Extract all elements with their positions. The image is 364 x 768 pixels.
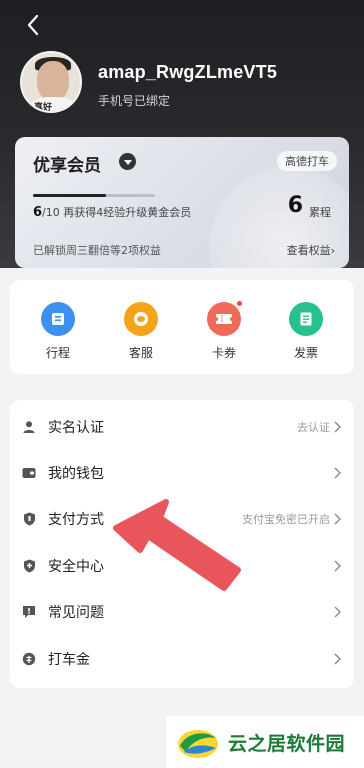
- menu-item-hint: 去认证: [297, 421, 330, 434]
- vip-progress-fill: [33, 194, 107, 197]
- menu-item-label: 打车金: [48, 652, 90, 668]
- menu-item-label: 安全中心: [48, 559, 104, 575]
- progress-total: /10: [42, 206, 60, 219]
- quick-action-label: 卡券: [211, 346, 236, 360]
- coin-icon: [22, 652, 36, 666]
- chevron-right-icon: [332, 467, 342, 479]
- menu-item-real-name[interactable]: 实名认证 去认证: [10, 404, 354, 450]
- menu-item-hint: 支付宝免密已开启: [242, 513, 330, 526]
- profile-header: 真好 amap_RwgZLmeVT5 手机号已绑定 优享会员 高德打车 6/10…: [0, 0, 364, 268]
- quick-action-customer-service[interactable]: 客服: [111, 302, 171, 361]
- coupon-icon: [207, 300, 243, 336]
- vip-title: 优享会员: [33, 156, 101, 176]
- quick-action-label: 发票: [293, 346, 318, 360]
- quick-actions-panel: 行程 客服 卡券 发票: [10, 280, 354, 374]
- invoice-icon: [289, 302, 323, 336]
- progress-current: 6: [33, 205, 43, 220]
- trips-count: 6: [287, 193, 303, 218]
- avatar[interactable]: 真好: [20, 51, 82, 113]
- vip-card[interactable]: 优享会员 高德打车 6/10 再获得4经验升级黄金会员 6 累程 已解锁周三翻倍…: [15, 137, 349, 268]
- faq-icon: [22, 605, 36, 619]
- username: amap_RwgZLmeVT5: [98, 62, 278, 82]
- menu-item-label: 实名认证: [48, 420, 104, 436]
- quick-action-coupons[interactable]: 卡券: [194, 300, 254, 361]
- watermark-logo-icon: [178, 730, 218, 758]
- chevron-right-icon: [332, 560, 342, 572]
- menu-item-ride-coins[interactable]: 打车金: [10, 636, 354, 682]
- annotation-arrow-icon: [113, 499, 241, 591]
- progress-desc: 再获得4经验升级黄金会员: [63, 206, 192, 219]
- trips-unit: 累程: [309, 206, 331, 219]
- quick-action-label: 行程: [45, 346, 70, 360]
- user-icon: [22, 420, 36, 434]
- unlock-benefits-text: 已解锁周三翻倍等2项权益: [33, 244, 161, 257]
- chevron-down-icon[interactable]: [119, 153, 136, 170]
- chevron-right-icon: [332, 513, 342, 525]
- vip-progress-bar: [33, 194, 155, 197]
- vip-progress-text: 6/10 再获得4经验升级黄金会员: [33, 204, 191, 220]
- quick-action-trips[interactable]: 行程: [28, 302, 88, 361]
- trip-icon: [41, 302, 75, 336]
- chevron-right-icon: [332, 653, 342, 665]
- chevron-right-icon: [332, 606, 342, 618]
- chevron-right-icon: [332, 421, 342, 433]
- avatar-tag: 真好: [34, 103, 53, 113]
- quick-action-invoice[interactable]: 发票: [276, 302, 336, 361]
- notification-dot: [236, 300, 243, 307]
- customer-service-icon: [124, 302, 158, 336]
- phone-status: 手机号已绑定: [98, 94, 171, 108]
- wallet-icon: [22, 466, 36, 480]
- shield-icon: [22, 512, 36, 526]
- view-benefits-link[interactable]: 查看权益›: [287, 242, 335, 258]
- security-icon: [22, 559, 36, 573]
- menu-item-label: 支付方式: [48, 512, 104, 528]
- back-button[interactable]: [18, 10, 48, 40]
- menu-item-label: 我的钱包: [48, 466, 104, 482]
- watermark-text: 云之居软件园: [228, 732, 346, 755]
- menu-item-label: 常见问题: [48, 605, 104, 621]
- vip-badge: 高德打车: [277, 151, 337, 171]
- chevron-left-icon: [27, 14, 39, 36]
- watermark: 云之居软件园: [166, 716, 364, 768]
- quick-action-label: 客服: [128, 346, 153, 360]
